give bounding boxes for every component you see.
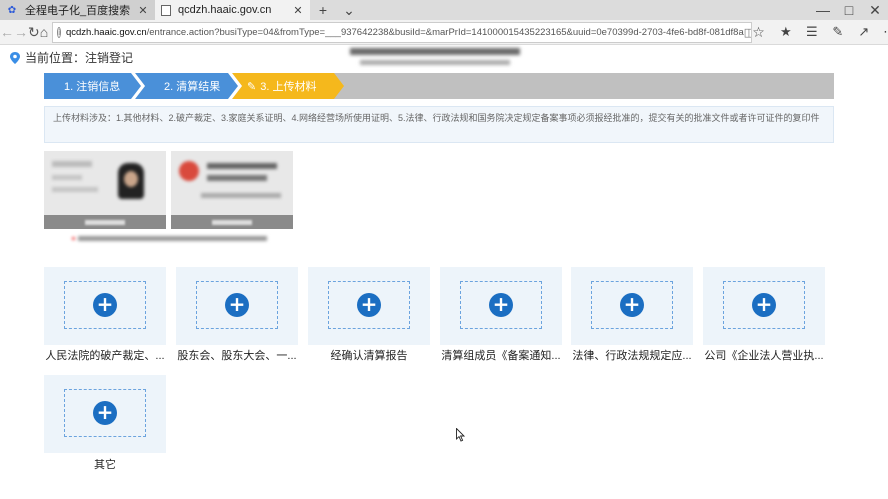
breadcrumb: 当前位置：注销登记 [10, 49, 133, 66]
info-icon[interactable]: i [57, 26, 61, 38]
add-upload-icon[interactable]: + [489, 293, 513, 317]
upload-card[interactable]: + [308, 267, 430, 345]
pen-icon[interactable]: ✎ [825, 24, 851, 40]
pencil-icon: ✎ [247, 80, 257, 93]
minimize-icon[interactable]: — [810, 0, 836, 20]
tab-title: qcdzh.haaic.gov.cn [178, 4, 272, 16]
browser-tab-qcdzh[interactable]: qcdzh.haaic.gov.cn ✕ [155, 0, 310, 20]
baidu-paw-icon: ✿ [7, 4, 17, 16]
step-2[interactable]: 2. 清算结果 [164, 73, 234, 99]
mouse-cursor-icon [456, 428, 466, 442]
redacted-caption [72, 233, 267, 243]
page-icon [161, 4, 171, 16]
back-arrow-icon[interactable]: ← [0, 20, 14, 45]
add-upload-icon[interactable]: + [620, 293, 644, 317]
home-icon[interactable]: ⌂ [40, 20, 48, 45]
add-upload-icon[interactable]: + [752, 293, 776, 317]
favorites-list-icon[interactable]: ★ [773, 24, 799, 40]
add-upload-icon[interactable]: + [357, 293, 381, 317]
step-3[interactable]: ✎ 3. 上传材料 [247, 73, 337, 99]
browser-tab-baidu[interactable]: ✿ 全程电子化_百度搜索 ✕ [0, 0, 155, 20]
location-label: 当前位置：注销登记 [25, 51, 134, 65]
url-host: qcdzh.haaic.gov.cn [65, 26, 147, 38]
new-tab-button[interactable]: + [310, 0, 336, 20]
add-upload-icon[interactable]: + [93, 401, 117, 425]
close-window-icon[interactable]: ✕ [862, 0, 888, 20]
address-bar[interactable]: i qcdzh.haaic.gov.cn/entrance.action?bus… [52, 21, 753, 43]
add-upload-icon[interactable]: + [225, 293, 249, 317]
upload-card[interactable]: + [440, 267, 562, 345]
refresh-icon[interactable]: ↻ [28, 20, 40, 45]
forward-arrow-icon[interactable]: → [14, 20, 28, 45]
favorite-star-icon[interactable]: ☆ [752, 24, 765, 41]
upload-card-label: 法律、行政法规规定应... [572, 350, 692, 362]
upload-card-label: 其它 [94, 459, 116, 471]
uploaded-id-front-thumbnail[interactable] [44, 151, 166, 229]
upload-card-label: 清算组成员《备案通知... [441, 350, 561, 362]
upload-card-label: 股东会、股东大会、一... [177, 350, 297, 362]
upload-card-label: 人民法院的破产裁定、... [45, 350, 165, 362]
step-label: 3. 上传材料 [260, 81, 317, 93]
upload-card[interactable]: + [176, 267, 298, 345]
redacted-header [350, 46, 530, 70]
upload-card[interactable]: + [44, 267, 166, 345]
add-upload-icon[interactable]: + [93, 293, 117, 317]
share-icon[interactable]: ↗ [851, 24, 877, 40]
tab-title: 全程电子化_百度搜索 [25, 5, 131, 17]
upload-instructions: 上传材料涉及：1.其他材料、2.破产裁定、3.家庭关系证明、4.网络经营场所使用… [44, 106, 834, 143]
upload-card-label: 公司《企业法人营业执... [704, 350, 824, 362]
url-path: /entrance.action?busiType=04&fromType=__… [146, 26, 744, 38]
close-icon[interactable]: ✕ [292, 4, 304, 17]
upload-card-other[interactable]: + [44, 375, 166, 453]
maximize-icon[interactable]: □ [836, 0, 862, 20]
reading-view-icon[interactable]: ◫ [744, 26, 751, 39]
browser-tab-bar: ✿ 全程电子化_百度搜索 ✕ qcdzh.haaic.gov.cn ✕ + ⌄ … [0, 0, 888, 20]
browser-nav-bar: ← → ↻ ⌂ i qcdzh.haaic.gov.cn/entrance.ac… [0, 20, 888, 45]
upload-card[interactable]: + [703, 267, 825, 345]
step-label: 2. 清算结果 [164, 81, 221, 93]
step-1[interactable]: 1. 注销信息 [64, 73, 134, 99]
upload-card-label: 经确认清算报告 [330, 350, 408, 362]
more-icon[interactable]: ⋯ [877, 24, 888, 40]
reading-list-icon[interactable]: ☰ [799, 24, 825, 40]
step-progress-bar: 1. 注销信息 2. 清算结果 ✎ 3. 上传材料 [44, 73, 834, 99]
location-pin-icon [10, 51, 20, 64]
step-arrows [44, 73, 344, 99]
upload-card[interactable]: + [571, 267, 693, 345]
step-label: 1. 注销信息 [64, 81, 121, 93]
uploaded-id-back-thumbnail[interactable] [171, 151, 293, 229]
chevron-down-icon[interactable]: ⌄ [336, 0, 362, 20]
close-icon[interactable]: ✕ [137, 4, 149, 17]
